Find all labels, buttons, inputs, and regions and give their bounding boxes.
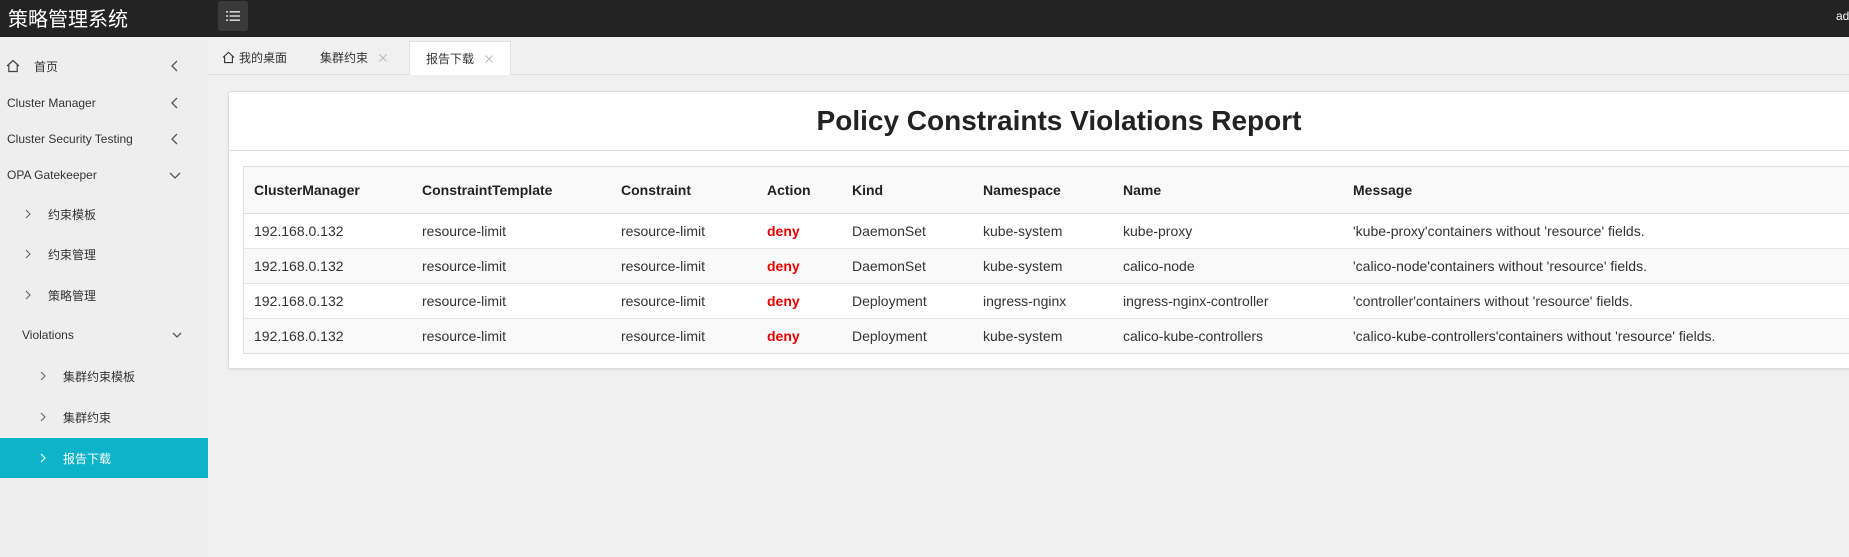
table-row: 192.168.0.132 resource-limit resource-li… xyxy=(244,318,1849,353)
chevron-right-icon xyxy=(25,249,31,259)
table-cell: Deployment xyxy=(842,283,973,319)
tab-report-download[interactable]: 报告下载 xyxy=(409,41,511,75)
tab-my-desktop[interactable]: 我的桌面 xyxy=(222,41,287,74)
table-cell: kube-proxy xyxy=(1113,213,1343,249)
sidebar-item-label: 约束模板 xyxy=(48,207,97,222)
table-row: 192.168.0.132 resource-limit resource-li… xyxy=(244,248,1849,284)
table-cell: DaemonSet xyxy=(842,213,973,249)
table-cell: resource-limit xyxy=(412,318,611,353)
chevron-left-icon xyxy=(171,60,178,72)
sidebar-item-label: Cluster Security Testing xyxy=(7,132,133,146)
sidebar-item-label: 首页 xyxy=(34,59,59,74)
user-menu[interactable]: ad xyxy=(1836,9,1849,23)
sidebar-item-label: 报告下载 xyxy=(63,451,112,466)
sidebar-item-label: 集群约束模板 xyxy=(63,369,136,384)
table-cell: ingress-nginx-controller xyxy=(1113,283,1343,319)
action-cell: deny xyxy=(757,248,842,284)
table-row: 192.168.0.132 resource-limit resource-li… xyxy=(244,213,1849,249)
table-cell: ingress-nginx xyxy=(973,283,1113,319)
sidebar-item-label: 集群约束 xyxy=(63,410,112,425)
action-cell: deny xyxy=(757,283,842,319)
table-cell: resource-limit xyxy=(412,248,611,284)
sidebar-item-label: 约束管理 xyxy=(48,247,97,262)
sidebar-item-violations[interactable]: Violations xyxy=(0,315,208,355)
sidebar-item-cluster-manager[interactable]: Cluster Manager xyxy=(0,83,208,123)
close-icon[interactable] xyxy=(484,54,494,64)
menu-toggle-button[interactable] xyxy=(218,1,248,31)
sidebar-item-label: OPA Gatekeeper xyxy=(7,168,97,182)
table-cell: Deployment xyxy=(842,318,973,353)
table-cell: resource-limit xyxy=(611,248,757,284)
sidebar-item-constraint-templates[interactable]: 约束模板 xyxy=(0,194,208,234)
table-cell: 192.168.0.132 xyxy=(244,213,412,249)
home-icon xyxy=(222,51,235,64)
table-cell: kube-system xyxy=(973,318,1113,353)
table-cell: calico-node xyxy=(1113,248,1343,284)
column-header: Namespace xyxy=(973,167,1113,214)
close-icon[interactable] xyxy=(378,53,388,63)
column-header: Action xyxy=(757,167,842,214)
sidebar-item-cluster-constraints[interactable]: 集群约束 xyxy=(0,397,208,437)
table-cell: 192.168.0.132 xyxy=(244,248,412,284)
sidebar-item-policy-management[interactable]: 策略管理 xyxy=(0,275,208,315)
chevron-right-icon xyxy=(25,209,31,219)
sidebar-item-report-download[interactable]: 报告下载 xyxy=(0,438,208,478)
sidebar-item-constraint-management[interactable]: 约束管理 xyxy=(0,234,208,274)
column-header: Constraint xyxy=(611,167,757,214)
table-cell: 'calico-node'containers without 'resourc… xyxy=(1343,248,1849,284)
violations-table-container: ClusterManager ConstraintTemplate Constr… xyxy=(243,166,1849,354)
table-cell: resource-limit xyxy=(412,283,611,319)
chevron-down-icon xyxy=(169,172,181,179)
table-cell: calico-kube-controllers xyxy=(1113,318,1343,353)
table-cell: 'controller'containers without 'resource… xyxy=(1343,283,1849,319)
table-cell: resource-limit xyxy=(412,213,611,249)
chevron-left-icon xyxy=(171,133,178,145)
tab-cluster-constraints[interactable]: 集群约束 xyxy=(320,41,388,74)
table-cell: resource-limit xyxy=(611,318,757,353)
column-header: Kind xyxy=(842,167,973,214)
column-header: Name xyxy=(1113,167,1343,214)
table-cell: 192.168.0.132 xyxy=(244,283,412,319)
table-cell: 'kube-proxy'containers without 'resource… xyxy=(1343,213,1849,249)
table-cell: resource-limit xyxy=(611,213,757,249)
column-header: ClusterManager xyxy=(244,167,412,214)
column-header: Message xyxy=(1343,167,1849,214)
tab-label: 我的桌面 xyxy=(239,51,288,65)
table-cell: kube-system xyxy=(973,248,1113,284)
table-header-row: ClusterManager ConstraintTemplate Constr… xyxy=(244,167,1849,214)
tab-bar: 我的桌面 集群约束 报告下载 xyxy=(208,37,1849,75)
table-cell: DaemonSet xyxy=(842,248,973,284)
action-cell: deny xyxy=(757,318,842,353)
sidebar-item-label: Violations xyxy=(22,328,74,342)
sidebar-item-cluster-constraint-templates[interactable]: 集群约束模板 xyxy=(0,356,208,396)
chevron-right-icon xyxy=(25,290,31,300)
column-header: ConstraintTemplate xyxy=(412,167,611,214)
sidebar-item-label: Cluster Manager xyxy=(7,96,96,110)
tab-label: 集群约束 xyxy=(320,51,369,65)
table-row: 192.168.0.132 resource-limit resource-li… xyxy=(244,283,1849,319)
chevron-down-icon xyxy=(172,332,182,338)
table-cell: 192.168.0.132 xyxy=(244,318,412,353)
sidebar: 首页 Cluster Manager Cluster Security Test… xyxy=(0,37,208,557)
top-header: 策略管理系统 ad xyxy=(0,0,1849,37)
table-cell: resource-limit xyxy=(611,283,757,319)
sidebar-item-label: 策略管理 xyxy=(48,288,97,303)
chevron-right-icon xyxy=(40,412,46,422)
report-title: Policy Constraints Violations Report xyxy=(229,92,1849,151)
violations-table: ClusterManager ConstraintTemplate Constr… xyxy=(244,167,1849,353)
chevron-left-icon xyxy=(171,97,178,109)
app-title: 策略管理系统 xyxy=(8,7,128,31)
sidebar-item-home[interactable]: 首页 xyxy=(0,46,208,86)
tab-label: 报告下载 xyxy=(425,52,474,66)
sidebar-item-cluster-security-testing[interactable]: Cluster Security Testing xyxy=(0,119,208,159)
home-icon xyxy=(6,59,20,73)
chevron-right-icon xyxy=(40,453,46,463)
chevron-right-icon xyxy=(40,371,46,381)
table-cell: kube-system xyxy=(973,213,1113,249)
report-panel: Policy Constraints Violations Report Clu… xyxy=(228,91,1849,369)
sidebar-item-opa-gatekeeper[interactable]: OPA Gatekeeper xyxy=(0,155,208,195)
table-cell: 'calico-kube-controllers'containers with… xyxy=(1343,318,1849,353)
list-icon xyxy=(226,11,240,21)
action-cell: deny xyxy=(757,213,842,249)
